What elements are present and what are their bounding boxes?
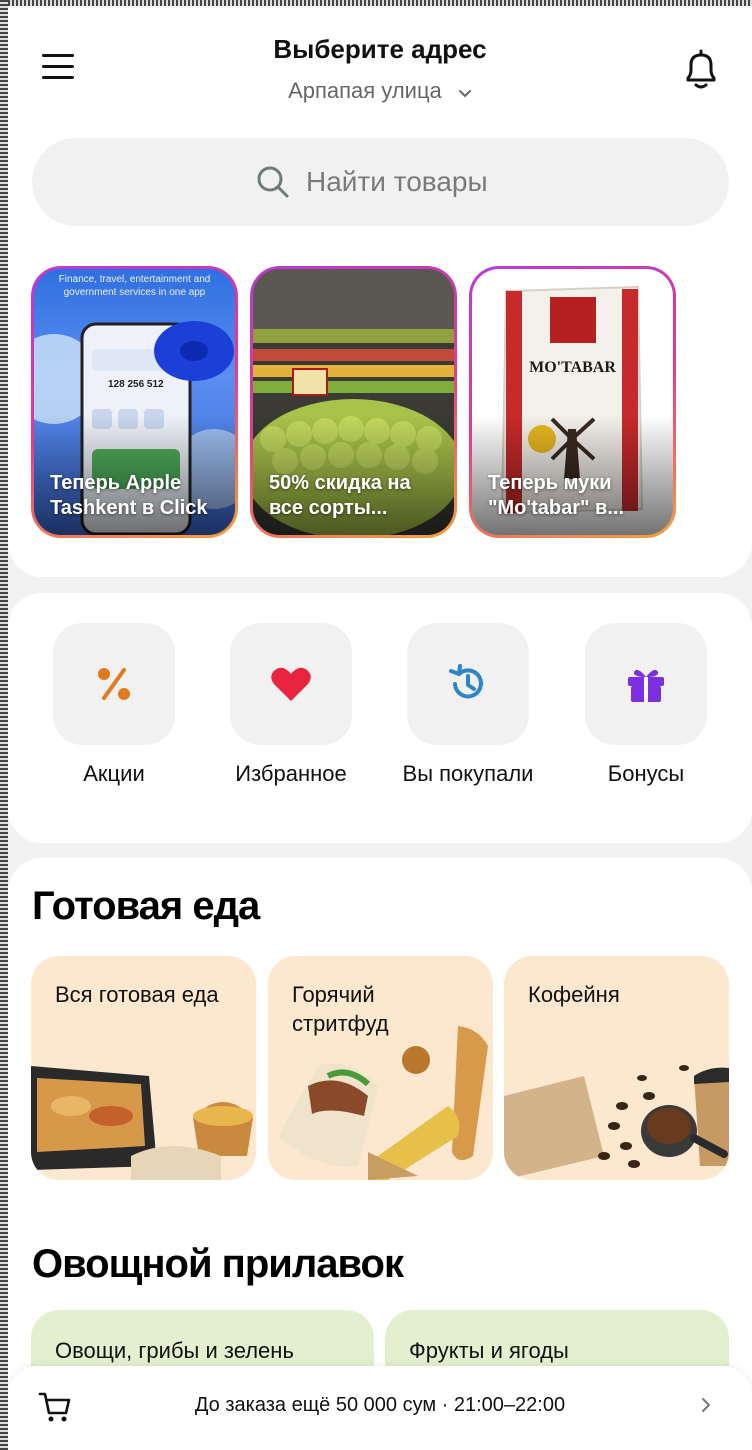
quick-action-favorites[interactable]: Избранное [216, 623, 366, 787]
quick-action-label: Избранное [235, 761, 347, 786]
story-label: Теперь муки "Mo'tabar" в... [488, 472, 625, 519]
quick-action-bonuses[interactable]: Бонусы [571, 623, 721, 787]
search-input[interactable]: Найти товары [32, 138, 729, 226]
category-label: Кофейня [528, 982, 620, 1007]
address-value: Арпапая улица [288, 78, 442, 103]
story-card[interactable]: 50% скидка на все сорты... [250, 266, 457, 538]
window-frame-left [0, 0, 8, 1450]
category-label: Горячий стритфуд [292, 982, 389, 1036]
quick-actions-section: Акции Избранное Вы покупали Бонусы [8, 593, 752, 843]
order-minimum-text: До заказа ещё 50 000 сум · 21:00–22:00 [194, 1394, 566, 1416]
story-label: Теперь Apple Tashkent в Click [50, 472, 208, 519]
percent-icon [98, 668, 130, 700]
section-title-ready-food: Готовая еда [32, 884, 260, 928]
story-card[interactable]: Finance, travel, entertainment and gover… [31, 266, 238, 538]
category-label: Вся готовая еда [55, 982, 219, 1007]
order-minimum-bar[interactable]: До заказа ещё 50 000 сум · 21:00–22:00 [8, 1366, 752, 1450]
address-title: Выберите адрес [273, 34, 487, 64]
heart-icon [271, 667, 311, 701]
quick-action-promotions[interactable]: Акции [39, 623, 189, 787]
quick-action-purchased[interactable]: Вы покупали [393, 623, 543, 787]
category-card[interactable]: Кофейня [504, 956, 729, 1180]
category-label: Овощи, грибы и зелень [55, 1338, 294, 1363]
chevron-down-icon [458, 79, 472, 105]
bell-icon[interactable] [682, 48, 720, 92]
story-brand: MO'TABAR [529, 359, 616, 376]
story-balance: 128 256 512 [108, 379, 164, 390]
app-screen: Выберите адрес Арпапая улица Найти товар… [8, 6, 752, 1450]
header-section: Выберите адрес Арпапая улица Найти товар… [8, 6, 752, 577]
quick-action-label: Бонусы [607, 761, 685, 786]
category-card[interactable]: Горячий стритфуд [268, 956, 493, 1180]
gift-icon [628, 669, 664, 702]
story-overlay-text: Finance, travel, entertainment and gover… [58, 274, 211, 298]
category-label: Фрукты и ягоды [409, 1338, 569, 1363]
chevron-right-icon [700, 1396, 712, 1419]
catalog-section: Готовая еда Вся готовая еда Горячий стри… [8, 858, 752, 1450]
address-selector[interactable]: Арпапая улица [8, 78, 752, 105]
stories-row: Finance, travel, entertainment and gover… [31, 266, 752, 538]
section-title-vegetables: Овощной прилавок [32, 1242, 404, 1286]
quick-action-label: Вы покупали [402, 761, 534, 786]
search-icon [256, 165, 290, 204]
category-card[interactable]: Вся готовая еда [31, 956, 256, 1180]
quick-action-label: Акции [83, 761, 145, 786]
search-placeholder: Найти товары [306, 166, 488, 197]
story-card[interactable]: MO'TABAR Теперь муки "Mo'tabar" в... [469, 266, 676, 538]
story-label: 50% скидка на все сорты... [269, 472, 411, 519]
history-icon [449, 664, 483, 699]
